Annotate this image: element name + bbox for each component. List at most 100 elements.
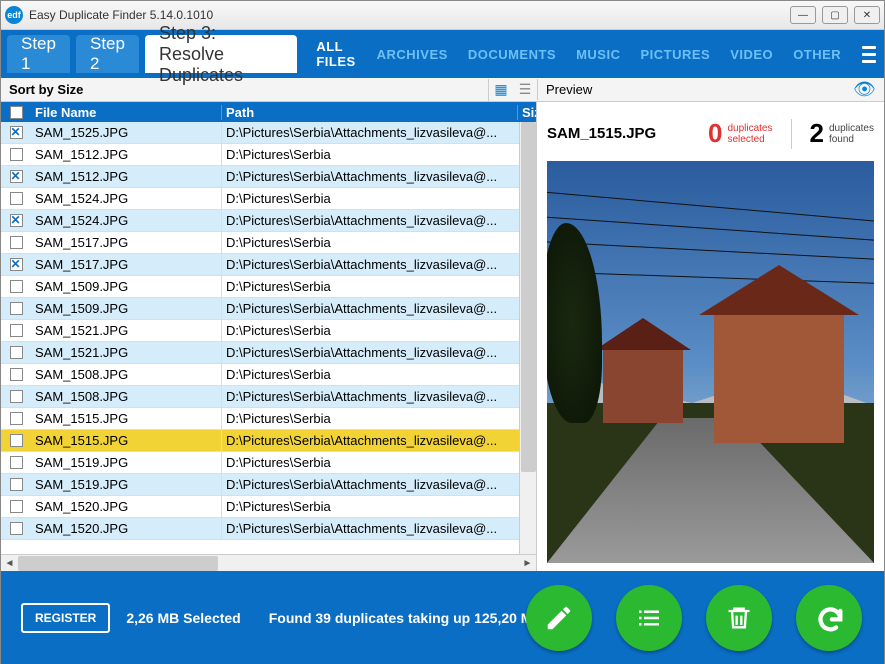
column-header-path[interactable]: Path bbox=[222, 105, 518, 120]
grid-view-icon[interactable]: ▦ bbox=[489, 79, 513, 101]
select-all-checkbox[interactable] bbox=[10, 106, 23, 119]
table-row[interactable]: SAM_1520.JPGD:\Pictures\Serbia\Attachmen… bbox=[1, 518, 536, 540]
menu-icon[interactable] bbox=[860, 40, 878, 68]
table-row[interactable]: SAM_1524.JPGD:\Pictures\Serbia bbox=[1, 188, 536, 210]
undo-button[interactable] bbox=[796, 585, 862, 651]
eye-icon[interactable]: 👁 bbox=[853, 79, 876, 100]
window-title: Easy Duplicate Finder 5.14.0.1010 bbox=[29, 8, 790, 22]
row-checkbox[interactable] bbox=[10, 434, 23, 447]
tab-step2[interactable]: Step 2 bbox=[76, 35, 139, 73]
stat-duplicates-selected: 0 duplicates selected bbox=[708, 118, 773, 149]
cell-filename: SAM_1512.JPG bbox=[31, 144, 222, 165]
cell-filename: SAM_1524.JPG bbox=[31, 188, 222, 209]
row-checkbox[interactable] bbox=[10, 368, 23, 381]
filter-music[interactable]: Music bbox=[569, 47, 627, 62]
cell-path: D:\Pictures\Serbia bbox=[222, 408, 536, 429]
table-row[interactable]: SAM_1508.JPGD:\Pictures\Serbia bbox=[1, 364, 536, 386]
cell-filename: SAM_1520.JPG bbox=[31, 496, 222, 517]
register-button[interactable]: REGISTER bbox=[21, 603, 110, 633]
table-row[interactable]: SAM_1515.JPGD:\Pictures\Serbia\Attachmen… bbox=[1, 430, 536, 452]
cell-path: D:\Pictures\Serbia bbox=[222, 188, 536, 209]
table-row[interactable]: SAM_1519.JPGD:\Pictures\Serbia\Attachmen… bbox=[1, 474, 536, 496]
close-button[interactable]: ✕ bbox=[854, 6, 880, 24]
cell-path: D:\Pictures\Serbia\Attachments_lizvasile… bbox=[222, 518, 536, 539]
row-checkbox[interactable] bbox=[10, 126, 23, 139]
vertical-scrollbar[interactable] bbox=[519, 122, 536, 554]
row-checkbox[interactable] bbox=[10, 170, 23, 183]
row-checkbox[interactable] bbox=[10, 324, 23, 337]
row-checkbox[interactable] bbox=[10, 478, 23, 491]
preview-header-label: Preview bbox=[546, 82, 853, 97]
title-bar: edf Easy Duplicate Finder 5.14.0.1010 — … bbox=[1, 1, 884, 30]
row-checkbox[interactable] bbox=[10, 214, 23, 227]
cell-filename: SAM_1525.JPG bbox=[31, 122, 222, 143]
cell-filename: SAM_1517.JPG bbox=[31, 232, 222, 253]
filter-archives[interactable]: Archives bbox=[370, 47, 455, 62]
row-checkbox[interactable] bbox=[10, 148, 23, 161]
table-row[interactable]: SAM_1512.JPGD:\Pictures\Serbia bbox=[1, 144, 536, 166]
sort-label[interactable]: Sort by Size bbox=[1, 82, 488, 97]
filter-documents[interactable]: Documents bbox=[461, 47, 563, 62]
cell-path: D:\Pictures\Serbia\Attachments_lizvasile… bbox=[222, 122, 536, 143]
cell-filename: SAM_1519.JPG bbox=[31, 474, 222, 495]
cell-path: D:\Pictures\Serbia bbox=[222, 452, 536, 473]
filter-other[interactable]: Other bbox=[786, 47, 848, 62]
edit-button[interactable] bbox=[526, 585, 592, 651]
horizontal-scrollbar[interactable]: ◄► bbox=[1, 554, 536, 571]
table-row[interactable]: SAM_1519.JPGD:\Pictures\Serbia bbox=[1, 452, 536, 474]
row-checkbox[interactable] bbox=[10, 412, 23, 425]
cell-path: D:\Pictures\Serbia\Attachments_lizvasile… bbox=[222, 342, 536, 363]
cell-filename: SAM_1520.JPG bbox=[31, 518, 222, 539]
cell-path: D:\Pictures\Serbia bbox=[222, 496, 536, 517]
row-checkbox[interactable] bbox=[10, 280, 23, 293]
column-header-filename[interactable]: File Name bbox=[31, 105, 222, 120]
table-row[interactable]: SAM_1515.JPGD:\Pictures\Serbia bbox=[1, 408, 536, 430]
list-view-icon[interactable]: ☰ bbox=[513, 79, 537, 101]
row-checkbox[interactable] bbox=[10, 236, 23, 249]
cell-filename: SAM_1515.JPG bbox=[31, 408, 222, 429]
row-checkbox[interactable] bbox=[10, 500, 23, 513]
cell-filename: SAM_1519.JPG bbox=[31, 452, 222, 473]
cell-path: D:\Pictures\Serbia bbox=[222, 276, 536, 297]
table-row[interactable]: SAM_1512.JPGD:\Pictures\Serbia\Attachmen… bbox=[1, 166, 536, 188]
cell-path: D:\Pictures\Serbia\Attachments_lizvasile… bbox=[222, 254, 536, 275]
table-row[interactable]: SAM_1520.JPGD:\Pictures\Serbia bbox=[1, 496, 536, 518]
delete-button[interactable] bbox=[706, 585, 772, 651]
row-checkbox[interactable] bbox=[10, 346, 23, 359]
table-row[interactable]: SAM_1517.JPGD:\Pictures\Serbia\Attachmen… bbox=[1, 254, 536, 276]
header-nav: Step 1 Step 2 Step 3: Resolve Duplicates… bbox=[1, 30, 884, 78]
cell-filename: SAM_1508.JPG bbox=[31, 386, 222, 407]
cell-filename: SAM_1521.JPG bbox=[31, 320, 222, 341]
filter-all-files[interactable]: All Files bbox=[309, 39, 363, 69]
row-checkbox[interactable] bbox=[10, 258, 23, 271]
table-row[interactable]: SAM_1521.JPGD:\Pictures\Serbia bbox=[1, 320, 536, 342]
row-checkbox[interactable] bbox=[10, 390, 23, 403]
preview-image bbox=[547, 161, 874, 563]
tab-step1[interactable]: Step 1 bbox=[7, 35, 70, 73]
table-row[interactable]: SAM_1521.JPGD:\Pictures\Serbia\Attachmen… bbox=[1, 342, 536, 364]
row-checkbox[interactable] bbox=[10, 302, 23, 315]
toolbar: Sort by Size ▦ ☰ Preview 👁 bbox=[1, 78, 884, 102]
table-row[interactable]: SAM_1509.JPGD:\Pictures\Serbia\Attachmen… bbox=[1, 298, 536, 320]
filter-video[interactable]: Video bbox=[723, 47, 780, 62]
preview-pane: SAM_1515.JPG 0 duplicates selected 2 dup… bbox=[537, 102, 884, 571]
cell-filename: SAM_1515.JPG bbox=[31, 430, 222, 451]
maximize-button[interactable]: ▢ bbox=[822, 6, 848, 24]
row-checkbox[interactable] bbox=[10, 522, 23, 535]
cell-filename: SAM_1512.JPG bbox=[31, 166, 222, 187]
table-row[interactable]: SAM_1508.JPGD:\Pictures\Serbia\Attachmen… bbox=[1, 386, 536, 408]
table-row[interactable]: SAM_1525.JPGD:\Pictures\Serbia\Attachmen… bbox=[1, 122, 536, 144]
table-row[interactable]: SAM_1509.JPGD:\Pictures\Serbia bbox=[1, 276, 536, 298]
list-button[interactable] bbox=[616, 585, 682, 651]
status-selected: 2,26 MB Selected bbox=[126, 610, 240, 626]
column-header-size[interactable]: Siz bbox=[518, 105, 536, 120]
minimize-button[interactable]: — bbox=[790, 6, 816, 24]
row-checkbox[interactable] bbox=[10, 192, 23, 205]
cell-filename: SAM_1508.JPG bbox=[31, 364, 222, 385]
cell-path: D:\Pictures\Serbia\Attachments_lizvasile… bbox=[222, 430, 536, 451]
table-row[interactable]: SAM_1517.JPGD:\Pictures\Serbia bbox=[1, 232, 536, 254]
tab-step3[interactable]: Step 3: Resolve Duplicates bbox=[145, 35, 297, 73]
filter-pictures[interactable]: Pictures bbox=[633, 47, 717, 62]
row-checkbox[interactable] bbox=[10, 456, 23, 469]
table-row[interactable]: SAM_1524.JPGD:\Pictures\Serbia\Attachmen… bbox=[1, 210, 536, 232]
